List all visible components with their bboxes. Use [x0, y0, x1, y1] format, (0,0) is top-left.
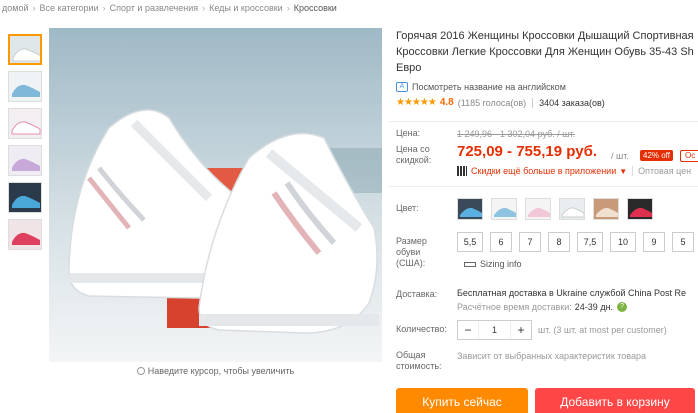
color-label: Цвет:	[396, 203, 419, 213]
reviews-count[interactable]: (1185 голоса(ов)	[458, 98, 526, 108]
add-to-cart-button[interactable]: Добавить в корзину	[535, 388, 695, 413]
color-swatch-red[interactable]	[627, 198, 653, 220]
quantity-stepper: − 1 +	[457, 320, 532, 340]
thumbnail-black[interactable]	[8, 182, 42, 213]
discount-badge: 42% off	[640, 150, 673, 161]
translate-link-text[interactable]: Посмотреть название на английском	[412, 82, 566, 92]
quantity-input[interactable]: 1	[478, 321, 511, 339]
wholesale-price-link[interactable]: Оптовая цен	[632, 166, 691, 176]
sizing-info-link[interactable]: Sizing info	[464, 259, 522, 269]
thumbnail-blue[interactable]	[8, 71, 42, 102]
app-discount-row: Скидки ещё больше в приложении ▼ Оптовая…	[457, 166, 691, 176]
size-option[interactable]: 8	[548, 232, 570, 252]
chevron-down-icon[interactable]: ▼	[619, 167, 627, 176]
quantity-decrease-button[interactable]: −	[458, 323, 478, 337]
delivery-time-label: Расчётное время доставки:	[457, 302, 572, 312]
stock-note: шт. (3 шт. at most per customer)	[538, 325, 667, 335]
qr-code-icon	[457, 166, 467, 176]
divider	[388, 186, 698, 187]
thumbnail-purple[interactable]	[8, 145, 42, 176]
size-options: 5,5 6 7 8 7,5 10 9 5	[457, 232, 698, 252]
old-price: 1 249,96 - 1 302,04 руб. / шт.	[457, 129, 576, 139]
quantity-increase-button[interactable]: +	[511, 323, 531, 337]
size-option[interactable]: 5	[672, 232, 694, 252]
breadcrumb-current[interactable]: Кроссовки	[294, 3, 337, 13]
info-icon[interactable]: ?	[617, 302, 628, 312]
breadcrumb-home[interactable]: домой	[2, 3, 28, 13]
breadcrumb-separator: ›	[286, 3, 290, 13]
size-option[interactable]: 7,5	[577, 232, 603, 252]
translate-icon: A	[396, 82, 408, 92]
breadcrumb-separator: ›	[102, 3, 106, 13]
rating-row: ★★★★★ 4.8 (1185 голоса(ов) 3404 заказа(о…	[388, 97, 698, 108]
zoom-hint: Наведите курсор, чтобы увеличить	[49, 366, 382, 376]
thumbnail-white[interactable]	[8, 34, 42, 65]
product-title: Горячая 2016 Женщины Кроссовки Дышащий С…	[396, 30, 694, 74]
discount-price: 725,09 - 755,19 руб.	[457, 143, 597, 160]
breadcrumb-all-categories[interactable]: Все категории	[39, 3, 98, 13]
size-option[interactable]: 9	[643, 232, 665, 252]
quantity-label: Количество:	[396, 324, 447, 334]
color-swatch-blue[interactable]	[491, 198, 517, 220]
breadcrumb-separator: ›	[32, 3, 36, 13]
discount-price-label: Цена со скидкой:	[396, 144, 432, 165]
thumbnail-red[interactable]	[8, 219, 42, 250]
breadcrumb: домой › Все категории › Спорт и развлече…	[0, 0, 698, 16]
delivery-time-value: 24-39 дн.	[574, 302, 614, 312]
zoom-hint-text: Наведите курсор, чтобы увеличить	[147, 366, 295, 376]
divider	[388, 121, 698, 122]
rating-score: 4.8	[439, 97, 454, 108]
coupon-badge[interactable]: Ос	[680, 150, 698, 162]
main-product-image[interactable]	[49, 28, 382, 362]
delivery-method[interactable]: Бесплатная доставка в Ukraine службой Ch…	[457, 288, 686, 298]
sizing-info-text[interactable]: Sizing info	[480, 259, 522, 269]
total-label: Общая стоимость:	[396, 350, 442, 371]
color-swatch-white[interactable]	[559, 198, 585, 220]
size-label: Размер обуви (США):	[396, 236, 427, 268]
delivery-label: Доставка:	[396, 289, 438, 299]
size-option[interactable]: 10	[610, 232, 636, 252]
product-info: Горячая 2016 Женщины Кроссовки Дышащий С…	[388, 28, 698, 108]
divider	[532, 97, 534, 108]
color-swatch-pink[interactable]	[525, 198, 551, 220]
delivery-time: Расчётное время доставки: 24-39 дн. ?	[457, 302, 628, 312]
color-swatch-black-blue[interactable]	[457, 198, 483, 220]
price-label: Цена:	[396, 128, 421, 138]
breadcrumb-sport[interactable]: Спорт и развлечения	[110, 3, 198, 13]
thumbnail-list	[8, 34, 44, 256]
app-discount-link[interactable]: Скидки ещё больше в приложении	[471, 166, 616, 176]
buy-now-button[interactable]: Купить сейчас	[396, 388, 528, 413]
translate-link[interactable]: A Посмотреть название на английском	[388, 82, 698, 92]
orders-count: 3404 заказа(ов)	[539, 97, 605, 108]
breadcrumb-separator: ›	[202, 3, 206, 13]
color-options	[457, 198, 661, 220]
ruler-icon	[464, 261, 476, 267]
per-unit: / шт.	[611, 151, 629, 161]
magnifier-icon	[136, 367, 145, 375]
thumbnail-pink-white[interactable]	[8, 108, 42, 139]
color-swatch-beige[interactable]	[593, 198, 619, 220]
size-option[interactable]: 6	[490, 232, 512, 252]
star-rating-icon: ★★★★★	[396, 97, 437, 108]
size-option[interactable]: 5,5	[457, 232, 483, 252]
total-note: Зависит от выбранных характеристик товар…	[457, 351, 646, 361]
size-option[interactable]: 7	[519, 232, 541, 252]
breadcrumb-sneakers[interactable]: Кеды и кроссовки	[209, 3, 283, 13]
